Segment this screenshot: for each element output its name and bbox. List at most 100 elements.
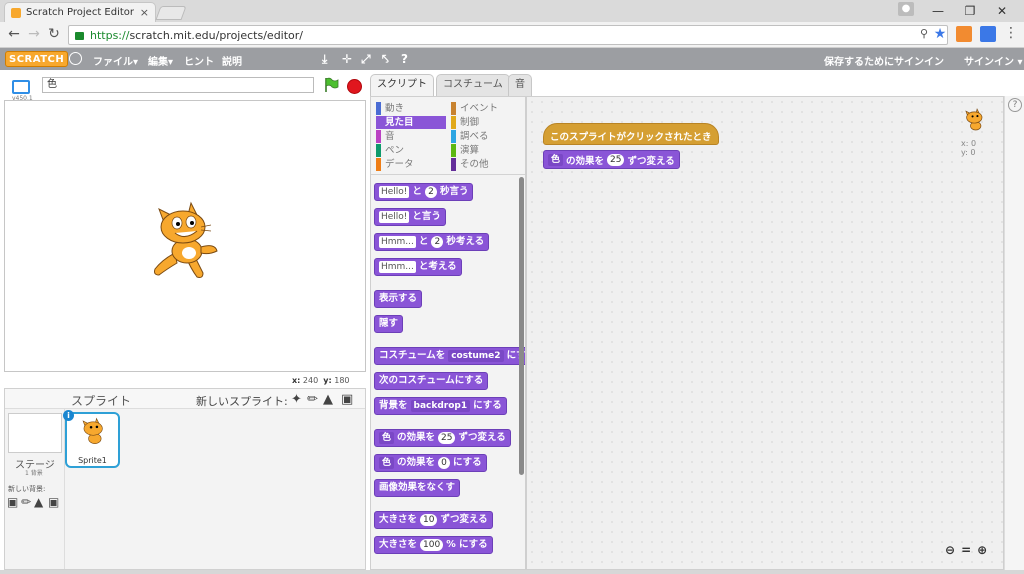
block-say[interactable]: Hello! と言う — [374, 208, 446, 226]
zoom-controls: ⊖ = ⊕ — [945, 543, 987, 557]
category-sensing[interactable]: 調べる — [451, 130, 521, 143]
zoom-reset-icon[interactable]: = — [961, 543, 971, 557]
paint-backdrop-icon[interactable]: ✏ — [21, 495, 31, 509]
stage-thumbnail[interactable] — [8, 413, 62, 453]
stage-header: v450.1 色 — [4, 72, 366, 102]
paint-sprite-icon[interactable]: ✏ — [307, 392, 318, 407]
sprite-panel: スプライト 新しいスプライト: ✦ ✏ ▲ ▣ ステージ 1 背景 新しい背景:… — [4, 388, 366, 570]
camera-backdrop-icon[interactable]: ▣ — [48, 495, 59, 509]
block-show[interactable]: 表示する — [374, 290, 423, 308]
upload-sprite-icon[interactable]: ▲ — [323, 392, 333, 407]
project-name-input[interactable]: 色 — [42, 77, 314, 93]
reload-icon[interactable]: ↻ — [46, 26, 62, 42]
chrome-menu-icon[interactable]: ⋮ — [1004, 25, 1018, 41]
window-bottom-edge — [0, 570, 1024, 574]
editor-tabs: スクリプト コスチューム 音 — [370, 74, 532, 96]
block-say-for-secs[interactable]: Hello! と 2 秒言う — [374, 183, 474, 201]
extension-icon-2[interactable] — [980, 26, 996, 42]
upload-backdrop-icon[interactable]: ▲ — [34, 495, 43, 509]
help-strip — [1004, 96, 1024, 570]
category-operators[interactable]: 演算 — [451, 144, 521, 157]
duplicate-tool-icon[interactable]: ⤓ — [322, 52, 327, 67]
script-hat-when-clicked[interactable]: このスプライトがクリックされたとき — [543, 123, 719, 145]
file-menu[interactable]: ファイル▾ — [93, 53, 138, 68]
scratch-logo[interactable]: SCRATCH — [5, 51, 69, 67]
category-events[interactable]: イベント — [451, 102, 521, 115]
camera-sprite-icon[interactable]: ▣ — [341, 392, 353, 407]
sprite1-name: Sprite1 — [78, 456, 107, 465]
zoom-out-icon[interactable]: ⊖ — [945, 543, 955, 557]
language-globe-icon[interactable] — [69, 52, 82, 65]
back-icon[interactable]: ← — [6, 26, 22, 42]
browser-tab[interactable]: Scratch Project Editor - I × — [4, 2, 156, 22]
forward-icon[interactable]: → — [26, 26, 42, 42]
save-signin-link[interactable]: 保存するためにサインイン — [824, 53, 944, 68]
sprite-info-icon[interactable]: i — [63, 410, 74, 421]
scratch-menubar: SCRATCH ファイル▾ 編集▾ ヒント 説明 ⤓ ✛ ⤢ ⤣ ? 保存するた… — [0, 48, 1024, 70]
shrink-tool-icon[interactable]: ⤣ — [382, 52, 389, 67]
address-bar[interactable]: https://scratch.mit.edu/projects/editor/ — [68, 25, 948, 45]
delete-tool-icon[interactable]: ✛ — [342, 52, 352, 66]
category-looks[interactable]: 見た目 — [376, 116, 446, 129]
stop-icon[interactable] — [347, 79, 362, 94]
block-next-costume[interactable]: 次のコスチュームにする — [374, 372, 489, 390]
signin-menu[interactable]: サインイン ▾ — [964, 53, 1023, 68]
new-backdrop-label: 新しい背景: — [8, 485, 46, 493]
grow-tool-icon[interactable]: ⤢ — [361, 52, 371, 67]
scratch-cat-sprite[interactable] — [145, 197, 225, 283]
tab-sounds[interactable]: 音 — [508, 74, 532, 96]
category-control[interactable]: 制御 — [451, 116, 521, 129]
palette-scrollbar[interactable] — [519, 177, 524, 475]
key-icon[interactable]: ⚲ — [916, 26, 932, 42]
block-think[interactable]: Hmm... と考える — [374, 258, 462, 276]
help-icon[interactable]: ? — [1008, 98, 1022, 112]
category-motion[interactable]: 動き — [376, 102, 446, 115]
secure-lock-icon — [75, 32, 84, 40]
close-window-icon[interactable]: ✕ — [986, 0, 1018, 22]
green-flag-icon[interactable] — [323, 77, 339, 93]
block-set-effect[interactable]: 色の効果を 0 にする — [374, 454, 487, 472]
category-pen[interactable]: ペン — [376, 144, 446, 157]
script-change-effect[interactable]: 色の効果を 25 ずつ変える — [543, 150, 680, 169]
scripts-area[interactable]: このスプライトがクリックされたとき 色の効果を 25 ずつ変える x: 0 y: 0… — [526, 96, 1004, 570]
block-categories: 動き 見た目 音 ペン データ イベント 制御 調べる 演算 その他 — [371, 97, 525, 175]
sprite-x: x: 0 — [961, 139, 977, 148]
edit-menu[interactable]: 編集▾ — [148, 53, 173, 68]
block-clear-effects[interactable]: 画像効果をなくす — [374, 479, 461, 497]
block-switch-backdrop[interactable]: 背景を backdrop1 にする — [374, 397, 507, 415]
about-menu[interactable]: 説明 — [222, 53, 242, 68]
block-set-size[interactable]: 大きさを 100% にする — [374, 536, 493, 554]
block-think-for-secs[interactable]: Hmm... と 2 秒考える — [374, 233, 490, 251]
block-help-icon[interactable]: ? — [401, 52, 408, 66]
restore-icon[interactable]: ❐ — [954, 0, 986, 22]
stage-canvas[interactable] — [4, 100, 366, 372]
block-hide[interactable]: 隠す — [374, 315, 404, 333]
minimize-icon[interactable]: — — [922, 0, 954, 22]
sprite-y: y: 0 — [961, 148, 976, 157]
tab-close-icon[interactable]: × — [140, 6, 149, 19]
sprite1-thumbnail[interactable]: i Sprite1 — [63, 410, 120, 468]
category-more-blocks[interactable]: その他 — [451, 158, 521, 171]
new-tab-button[interactable] — [155, 6, 187, 20]
block-switch-costume[interactable]: コスチュームを costume2 にす — [374, 347, 525, 365]
extension-icon-1[interactable] — [956, 26, 972, 42]
tab-scripts[interactable]: スクリプト — [370, 74, 434, 96]
zoom-in-icon[interactable]: ⊕ — [977, 543, 987, 557]
scratch-favicon-icon — [11, 7, 21, 18]
category-data[interactable]: データ — [376, 158, 446, 171]
browser-titlebar: Scratch Project Editor - I × ● — ❐ ✕ — [0, 0, 1024, 22]
user-profile-icon[interactable]: ● — [898, 2, 914, 16]
new-sprite-label: 新しいスプライト: — [196, 395, 288, 408]
tab-costumes[interactable]: コスチューム — [436, 74, 510, 96]
sprite-panel-header: スプライト 新しいスプライト: ✦ ✏ ▲ ▣ — [5, 389, 365, 409]
category-sound[interactable]: 音 — [376, 130, 446, 143]
block-change-effect[interactable]: 色の効果を 25 ずつ変える — [374, 429, 511, 447]
fullscreen-icon[interactable] — [12, 80, 30, 94]
choose-backdrop-icon[interactable]: ▣ — [7, 495, 18, 509]
sprite-position-readout: x: 0 y: 0 — [961, 139, 976, 157]
tab-title: Scratch Project Editor - I — [26, 7, 136, 18]
block-change-size[interactable]: 大きさを 10 ずつ変える — [374, 511, 493, 529]
choose-sprite-icon[interactable]: ✦ — [291, 392, 302, 407]
bookmark-star-icon[interactable]: ★ — [932, 26, 948, 42]
tips-menu[interactable]: ヒント — [184, 53, 214, 68]
